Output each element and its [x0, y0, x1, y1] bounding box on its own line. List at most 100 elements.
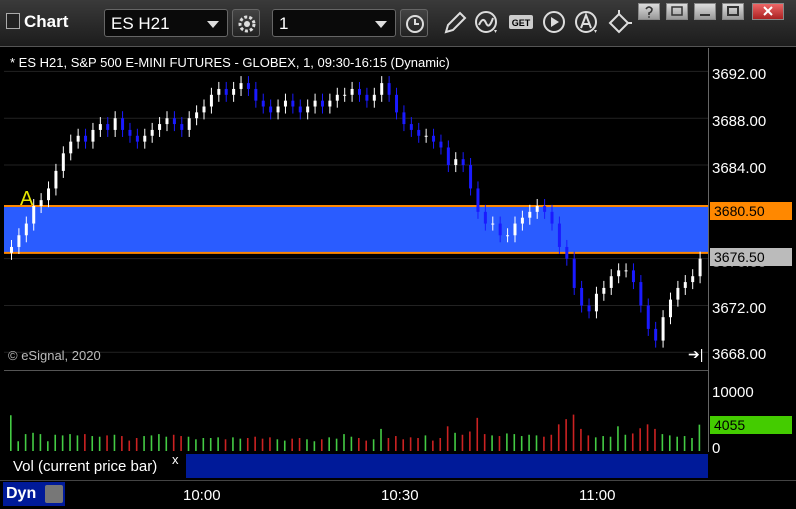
volume-tick: 10000 — [712, 384, 754, 401]
candle-body — [580, 287, 584, 306]
marker-label[interactable]: A — [20, 188, 33, 211]
candle-body — [283, 100, 287, 107]
studies-button[interactable] — [474, 10, 502, 36]
volume-bar — [158, 434, 160, 451]
candle-body — [180, 124, 184, 130]
volume-bar — [209, 438, 212, 451]
volume-bar — [143, 436, 145, 451]
volume-legend[interactable]: Vol (current price bar) x — [4, 452, 184, 478]
volume-bar — [54, 434, 57, 451]
clock-icon — [406, 15, 424, 33]
volume-bar — [609, 436, 612, 451]
volume-bar — [350, 436, 353, 451]
get-button[interactable]: GET — [508, 10, 536, 36]
volume-bar — [402, 439, 405, 451]
interval-combo[interactable]: 1 — [272, 9, 396, 37]
gear-icon — [238, 15, 256, 33]
volume-bar — [10, 415, 12, 451]
time-tick: 10:00 — [183, 487, 221, 504]
scroll-right-icon[interactable]: ➔| — [688, 346, 703, 363]
lock-icon[interactable] — [45, 485, 63, 503]
candle-body — [261, 100, 265, 107]
volume-bar — [483, 434, 486, 451]
volume-bar — [498, 436, 501, 451]
volume-bar — [446, 426, 449, 451]
price-chart[interactable] — [4, 48, 708, 364]
app-title-text: Chart — [24, 12, 69, 31]
pencil-icon — [444, 11, 467, 34]
volume-bar — [232, 437, 234, 451]
time-button[interactable] — [400, 9, 428, 37]
volume-close-icon[interactable]: x — [172, 452, 179, 467]
volume-bar — [254, 436, 256, 451]
candle-body — [676, 287, 680, 300]
candle-body — [254, 88, 258, 101]
candle-body — [335, 94, 339, 101]
price-tick: 3692.00 — [712, 66, 767, 83]
minimize-button[interactable] — [694, 3, 716, 20]
volume-bar — [283, 440, 286, 451]
volume-bar — [61, 435, 64, 451]
alert-icon — [575, 11, 597, 33]
play-button[interactable] — [542, 10, 570, 36]
candle-body — [202, 106, 206, 113]
volume-bar — [491, 435, 493, 451]
candle-body — [691, 276, 695, 283]
candle-body — [24, 223, 28, 236]
settings-button[interactable] — [232, 9, 260, 37]
volume-bar — [121, 436, 123, 451]
volume-bar — [424, 435, 427, 451]
volume-legend-text: Vol (current price bar) — [13, 458, 158, 475]
volume-bar — [654, 428, 656, 451]
candle-body — [121, 118, 125, 130]
candle-body — [195, 112, 199, 119]
price-plot[interactable] — [4, 48, 708, 364]
candle-body — [639, 282, 643, 306]
close-button[interactable] — [752, 3, 784, 20]
help-button[interactable] — [638, 3, 660, 20]
candle-body — [47, 188, 51, 201]
volume-bar — [39, 434, 42, 451]
volume-bar — [476, 417, 479, 451]
volume-bar — [291, 438, 293, 451]
volume-bar — [469, 431, 471, 451]
draw-tool-button[interactable] — [440, 10, 468, 36]
candle-body — [54, 170, 58, 189]
candle-body — [343, 94, 347, 96]
candle-body — [69, 141, 73, 154]
restore-button[interactable] — [666, 3, 688, 20]
chart-window-icon — [6, 13, 20, 29]
volume-bar — [631, 433, 634, 451]
volume-axis[interactable] — [708, 370, 796, 452]
volume-bar — [202, 438, 205, 451]
link-button[interactable] — [606, 10, 634, 36]
volume-bar — [106, 435, 108, 451]
volume-bar — [246, 438, 249, 451]
candle-body — [128, 129, 132, 136]
volume-bar — [676, 436, 678, 451]
candle-body — [298, 106, 302, 113]
volume-pane[interactable] — [4, 370, 708, 453]
candle-body — [654, 328, 658, 341]
volume-bar — [387, 438, 390, 451]
candle-body — [313, 100, 317, 107]
volume-bar — [84, 434, 86, 451]
volume-bar — [624, 434, 627, 451]
candle-body — [61, 153, 65, 171]
maximize-button[interactable] — [722, 3, 744, 20]
volume-bar — [587, 435, 590, 451]
symbol-combo[interactable]: ES H21 — [104, 9, 228, 37]
candle-body — [232, 88, 236, 95]
candle-body — [246, 83, 250, 89]
alert-button[interactable] — [574, 10, 602, 36]
candle-body — [10, 246, 13, 253]
volume-bar — [172, 434, 175, 451]
candle-body — [683, 282, 687, 288]
dynamic-mode-button[interactable]: Dyn — [3, 482, 65, 506]
price-tick: 3668.00 — [712, 346, 767, 363]
candle-body — [661, 317, 665, 341]
candle-body — [350, 88, 354, 95]
volume-bar — [432, 440, 434, 451]
volume-bar — [358, 438, 360, 451]
candle-body — [209, 94, 213, 107]
